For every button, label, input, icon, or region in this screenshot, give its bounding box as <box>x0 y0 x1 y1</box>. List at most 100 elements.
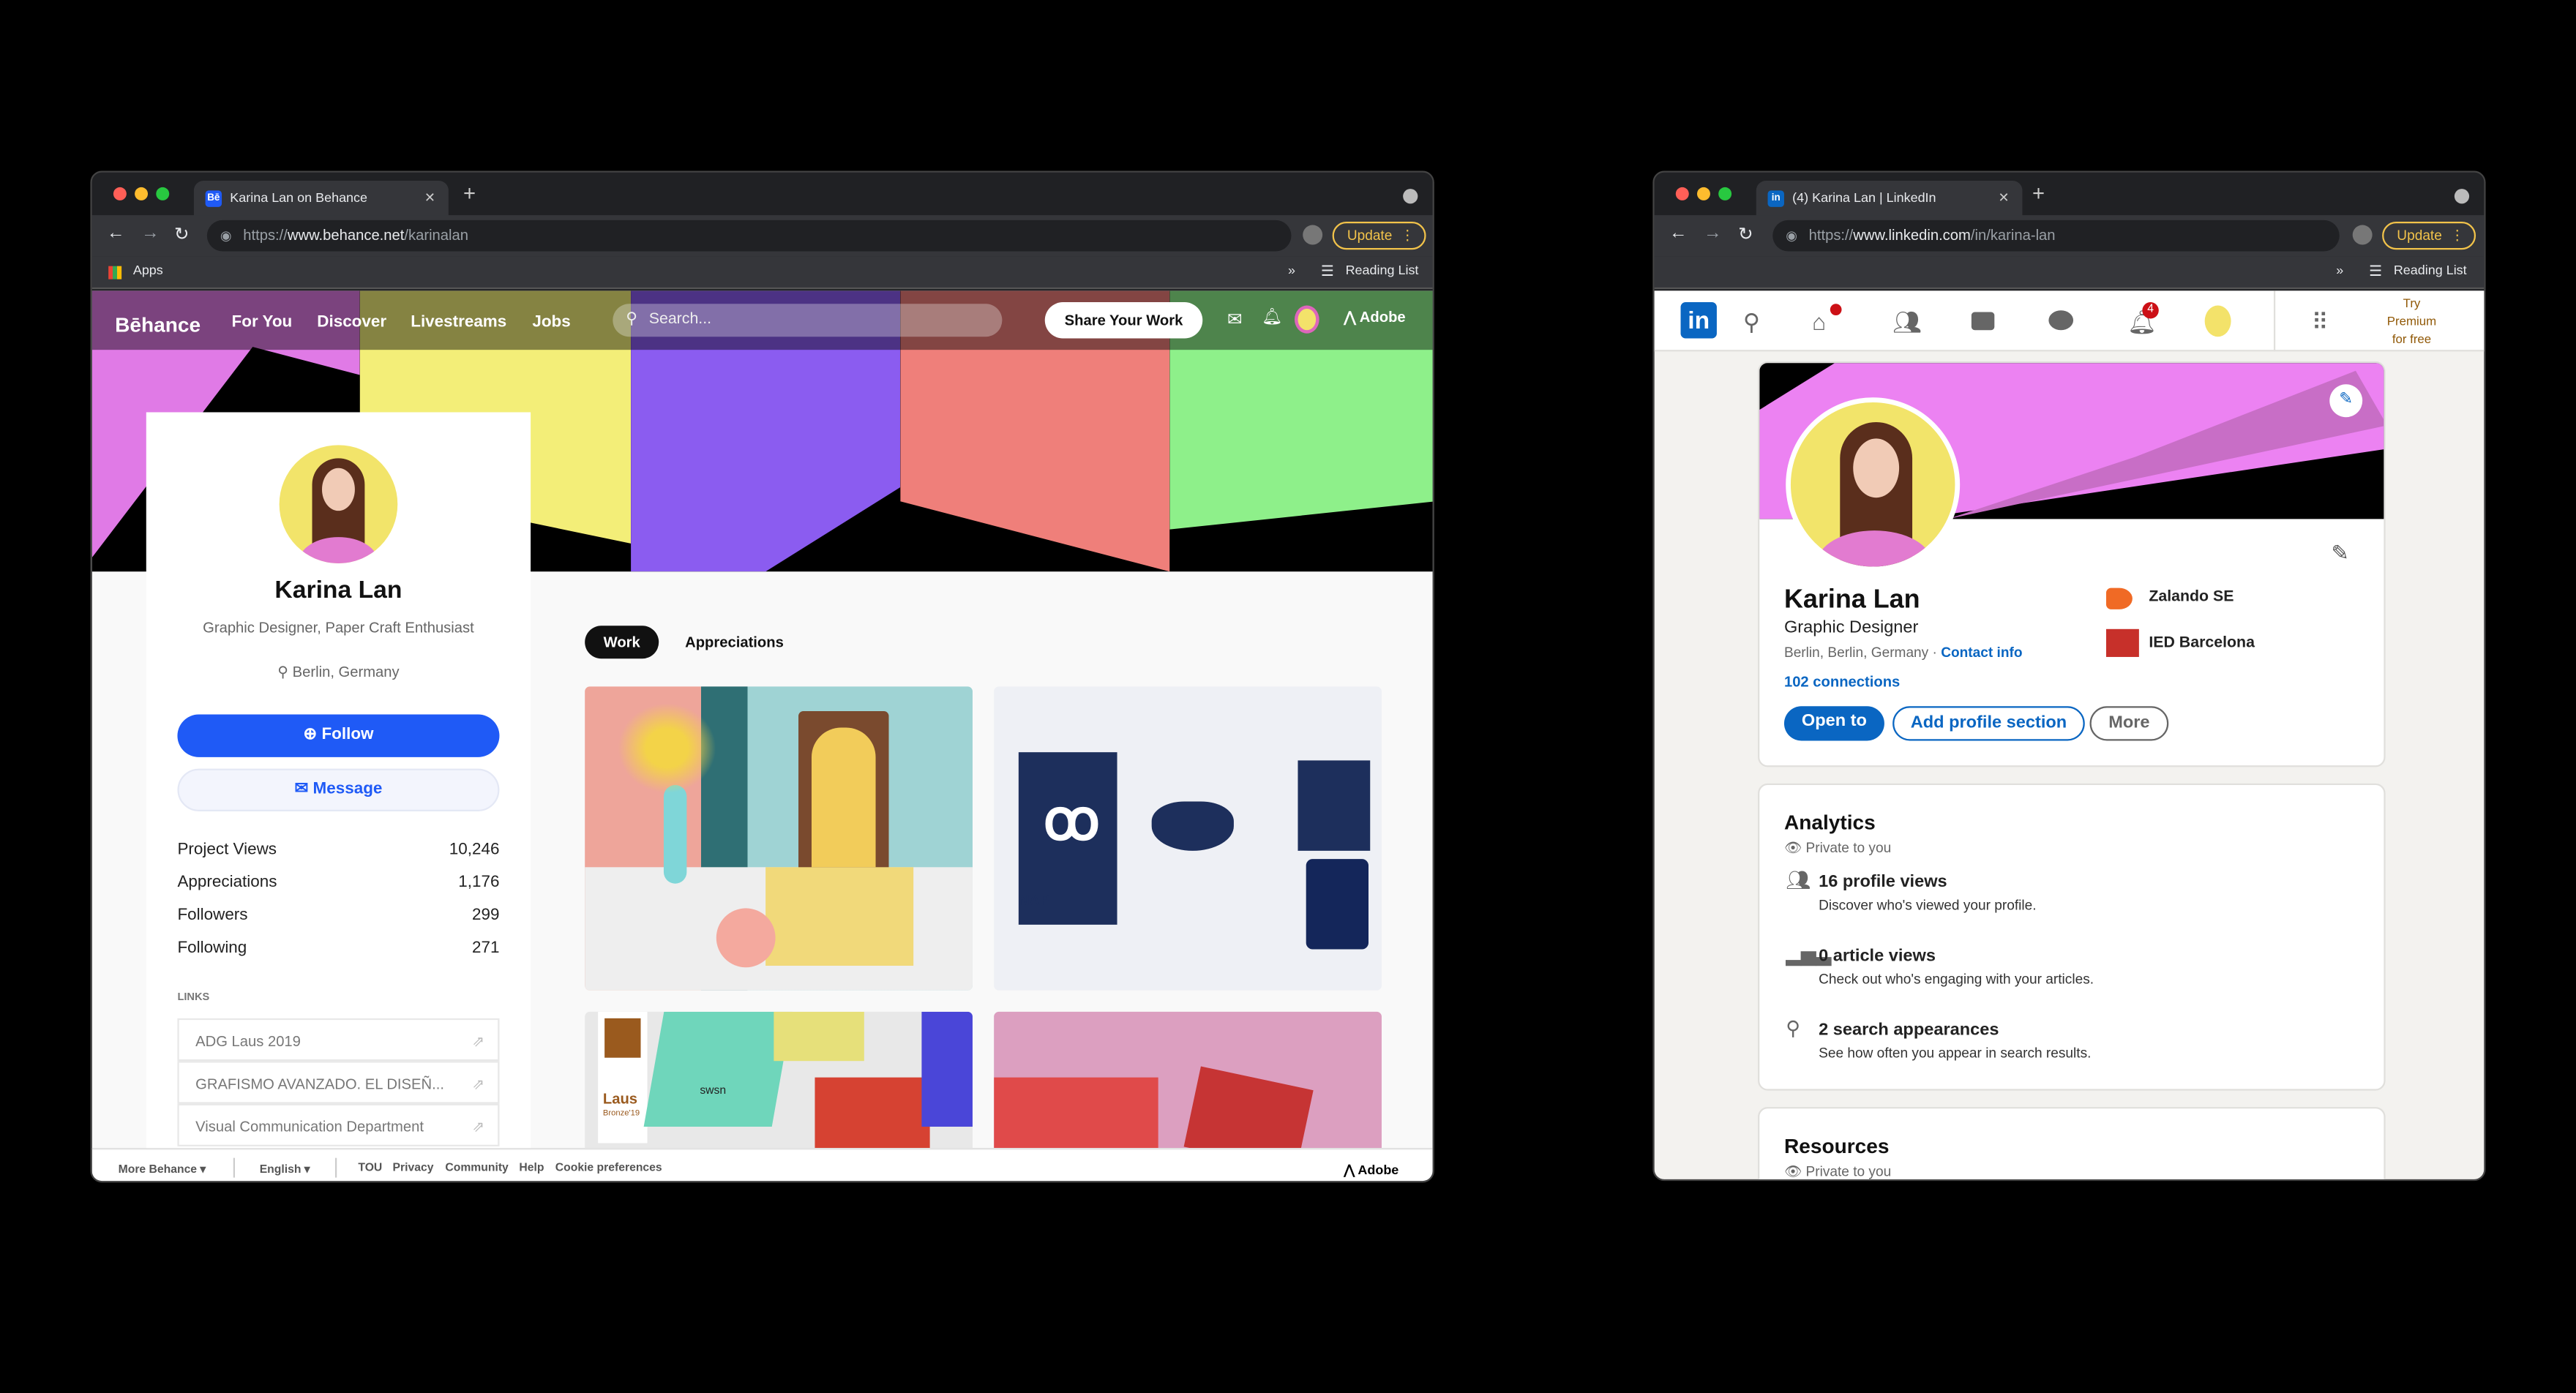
apps-bookmark[interactable]: Apps <box>133 256 163 285</box>
update-button[interactable]: Update ⋮ <box>2382 222 2476 250</box>
nav-for-you[interactable]: For You <box>232 314 293 332</box>
share-your-work-button[interactable]: Share Your Work <box>1044 302 1203 339</box>
site-info-icon[interactable]: ◉ <box>220 220 232 252</box>
me-avatar[interactable] <box>2204 305 2231 337</box>
tab-appreciations[interactable]: Appreciations <box>685 634 784 650</box>
work-grid-icon[interactable]: ⠿ <box>2312 309 2329 337</box>
tab-search-icon[interactable] <box>2454 189 2470 204</box>
reading-list-button[interactable]: Reading List <box>1346 256 1419 285</box>
maximize-window-button[interactable] <box>156 187 170 200</box>
reload-icon[interactable]: ↻ <box>174 223 190 245</box>
profile-avatar-icon[interactable] <box>2352 225 2373 245</box>
follow-button[interactable]: ⊕ Follow <box>177 714 500 757</box>
user-avatar[interactable] <box>1294 305 1319 334</box>
home-icon[interactable]: ⌂ <box>1812 309 1826 335</box>
resources-title: Resources <box>1783 1135 1890 1158</box>
message-button[interactable]: ✉ Message <box>177 768 500 811</box>
close-tab-icon[interactable]: ✕ <box>1998 181 2009 217</box>
close-window-button[interactable] <box>113 187 127 200</box>
edit-intro-pencil-icon[interactable]: ✎ <box>2332 541 2349 567</box>
external-link-icon: ⇗ <box>472 1033 485 1050</box>
stat-following[interactable]: Following 271 <box>177 939 499 958</box>
search-icon: ⚲ <box>626 310 637 328</box>
project-thumbnail[interactable]: Laus Bronze'19 swsn <box>585 1011 973 1149</box>
site-info-icon[interactable]: ◉ <box>1786 220 1797 252</box>
nav-livestreams[interactable]: Livestreams <box>411 314 506 332</box>
stat-followers[interactable]: Followers 299 <box>177 906 499 925</box>
reading-list-icon: ☰ <box>2369 263 2383 279</box>
new-tab-button[interactable]: + <box>2032 181 2045 206</box>
footer-link-cookie-preferences[interactable]: Cookie preferences <box>555 1163 662 1174</box>
update-button[interactable]: Update ⋮ <box>1332 222 1426 250</box>
reload-icon[interactable]: ↻ <box>1738 223 1753 245</box>
adobe-link[interactable]: ⋀ Adobe <box>1344 309 1405 327</box>
notifications-bell-icon[interactable]: 🔔︎ <box>1262 309 1283 327</box>
profile-location: Berlin, Berlin, Germany · Contact info <box>1783 644 2023 661</box>
maximize-window-button[interactable] <box>1718 187 1732 200</box>
behance-browser-window: Bē Karina Lan on Behance ✕ + ← → ↻ ◉ htt… <box>90 170 1434 1183</box>
close-tab-icon[interactable]: ✕ <box>424 181 435 217</box>
stat-project-views: Project Views 10,246 <box>177 841 500 860</box>
forward-icon[interactable]: → <box>1704 223 1722 243</box>
eye-icon: 👁︎ <box>1783 1163 1802 1179</box>
project-thumbnail[interactable]: ꝏ NAP <box>994 686 1382 991</box>
browser-tab-behance[interactable]: Bē Karina Lan on Behance ✕ <box>193 180 449 217</box>
tab-search-icon[interactable] <box>1403 189 1418 204</box>
open-to-button[interactable]: Open to <box>1783 706 1884 741</box>
profile-avatar <box>279 445 398 564</box>
footer-link-privacy[interactable]: Privacy <box>393 1163 434 1174</box>
language-dropdown[interactable]: English ▾ <box>260 1163 310 1176</box>
try-premium-link[interactable]: Try Premium for free <box>2377 294 2446 348</box>
footer-link-community[interactable]: Community <box>445 1163 508 1174</box>
jobs-briefcase-icon[interactable] <box>1971 312 1995 331</box>
messages-icon[interactable]: ✉ <box>1227 309 1243 330</box>
more-behance-dropdown[interactable]: More Behance ▾ <box>119 1163 206 1176</box>
bookmarks-bar: Apps » ☰ Reading List <box>91 256 1433 290</box>
browser-tab-linkedin[interactable]: in (4) Karina Lan | LinkedIn ✕ <box>1756 180 2023 217</box>
more-bookmarks-icon[interactable]: » <box>1288 256 1295 285</box>
back-icon[interactable]: ← <box>107 223 125 243</box>
minimize-window-button[interactable] <box>135 187 149 200</box>
stat-appreciations: Appreciations 1,176 <box>177 874 500 892</box>
search-icon[interactable]: ⚲ <box>1743 309 1760 337</box>
messaging-icon[interactable] <box>2048 310 2074 331</box>
add-profile-section-button[interactable]: Add profile section <box>1892 706 2085 741</box>
resources-privacy: 👁︎ Private to you <box>1783 1163 1892 1179</box>
nav-jobs[interactable]: Jobs <box>532 314 570 332</box>
linkedin-logo[interactable]: in <box>1680 302 1717 339</box>
my-network-icon[interactable]: 👥︎ <box>1892 309 1922 337</box>
address-bar[interactable]: ◉ https://www.behance.net/karinalan <box>206 219 1292 252</box>
more-button[interactable]: More <box>2089 706 2169 741</box>
project-thumbnail[interactable] <box>585 686 973 991</box>
minimize-window-button[interactable] <box>1696 187 1710 200</box>
reading-list-button[interactable]: Reading List <box>2394 256 2467 285</box>
footer-link-help[interactable]: Help <box>519 1163 544 1174</box>
project-thumbnail[interactable] <box>994 1011 1382 1149</box>
forward-icon[interactable]: → <box>141 223 160 243</box>
profile-name: Karina Lan <box>1783 586 1920 615</box>
profile-link[interactable]: Visual Communication Department ⇗ <box>177 1103 500 1146</box>
contact-info-link[interactable]: Contact info <box>1941 644 2022 660</box>
behance-logo[interactable]: Bēhance <box>115 314 201 337</box>
more-bookmarks-icon[interactable]: » <box>2336 256 2343 285</box>
analytics-privacy: 👁︎ Private to you <box>1783 839 1892 856</box>
ied-logo <box>2105 628 2139 657</box>
location-pin-icon: ⚲ <box>277 663 289 680</box>
connections-link[interactable]: 102 connections <box>1784 673 1900 689</box>
search-input[interactable]: ⚲ Search... <box>613 304 1003 337</box>
address-bar[interactable]: ◉ https://www.linkedin.com/in/karina-lan <box>1772 219 2340 252</box>
back-icon[interactable]: ← <box>1669 223 1688 243</box>
profile-location: ⚲ Berlin, Germany <box>277 663 400 680</box>
adobe-logo[interactable]: ⋀ Adobe <box>1344 1163 1399 1177</box>
tab-bar: in (4) Karina Lan | LinkedIn ✕ + <box>1654 172 2485 217</box>
profile-link[interactable]: GRAFISMO AVANZADO. EL DISEÑ... ⇗ <box>177 1061 500 1104</box>
nav-discover[interactable]: Discover <box>317 314 386 332</box>
profile-link[interactable]: ADG Laus 2019 ⇗ <box>177 1018 500 1062</box>
profile-avatar-icon[interactable] <box>1303 225 1323 245</box>
footer-link-tou[interactable]: TOU <box>358 1163 382 1174</box>
tab-work[interactable]: Work <box>585 626 659 659</box>
new-tab-button[interactable]: + <box>463 181 476 206</box>
edit-background-button[interactable]: ✎ <box>2329 384 2363 418</box>
profile-photo[interactable] <box>1786 397 1961 572</box>
close-window-button[interactable] <box>1675 187 1689 200</box>
